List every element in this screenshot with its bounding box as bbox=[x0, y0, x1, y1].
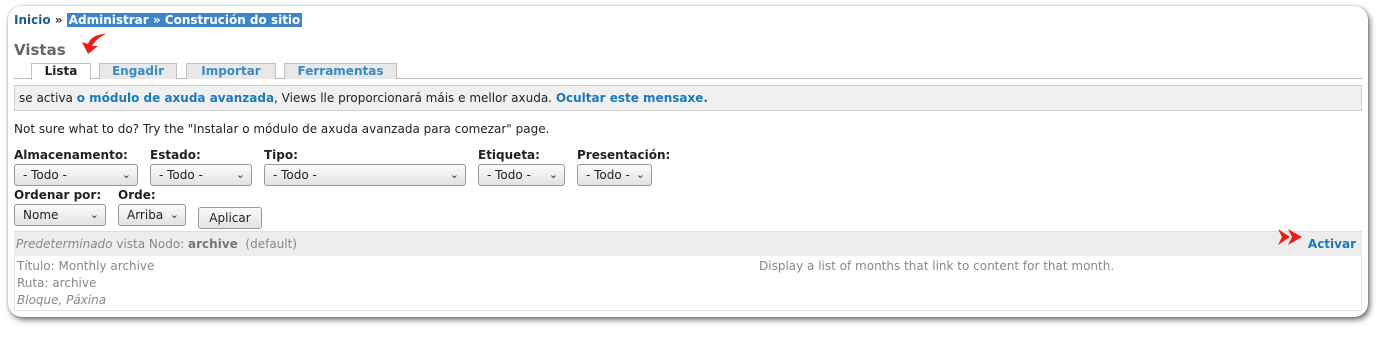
view-tag: (default) bbox=[245, 237, 298, 251]
sort-by-label: Ordenar por: bbox=[14, 188, 102, 202]
storage-label: Almacenamento: bbox=[14, 148, 128, 162]
curved-arrow-icon bbox=[82, 34, 106, 54]
status-label: Estado: bbox=[150, 148, 201, 162]
view-path-line: Ruta: archive bbox=[17, 276, 97, 290]
enable-view-link[interactable]: Activar bbox=[1308, 232, 1356, 256]
breadcrumb-separator: » bbox=[54, 13, 63, 27]
status-select[interactable]: - Todo - ⌄ bbox=[150, 164, 252, 186]
hide-message-link[interactable]: Ocultar este mensaxe. bbox=[556, 91, 708, 105]
help-text: Not sure what to do? Try the "Instalar o… bbox=[14, 122, 550, 136]
storage-select[interactable]: - Todo - ⌄ bbox=[14, 164, 138, 186]
help-notice: se activa o módulo de axuda avanzada, Vi… bbox=[14, 85, 1362, 111]
tab-ferramentas[interactable]: Ferramentas bbox=[284, 63, 397, 79]
view-title-line: Título: Monthly archive bbox=[17, 259, 155, 273]
display-label: Presentación: bbox=[577, 148, 671, 162]
view-name: archive bbox=[188, 237, 238, 251]
breadcrumb-home-link[interactable]: Inicio bbox=[14, 13, 51, 27]
chevron-down-icon: ⌄ bbox=[635, 168, 645, 181]
tag-select[interactable]: - Todo - ⌄ bbox=[478, 164, 565, 186]
breadcrumb-selected-text[interactable]: Administrar » Construción do sitio bbox=[66, 13, 303, 27]
page-card: Inicio » Administrar » Construción do si… bbox=[8, 6, 1368, 317]
advanced-help-link[interactable]: o módulo de axuda avanzada bbox=[77, 91, 274, 105]
sort-by-select-value: Nome bbox=[23, 208, 59, 222]
view-row-details: Título: Monthly archive Ruta: archive Bl… bbox=[14, 256, 1362, 311]
chevron-down-icon: ⌄ bbox=[235, 168, 245, 181]
chevron-down-icon: ⌄ bbox=[121, 168, 131, 181]
tag-label: Etiqueta: bbox=[478, 148, 540, 162]
tab-importar[interactable]: Importar bbox=[186, 63, 276, 79]
storage-select-value: - Todo - bbox=[23, 168, 67, 182]
view-storage-type: Predeterminado bbox=[16, 237, 113, 251]
tab-engadir[interactable]: Engadir bbox=[99, 63, 177, 79]
notice-prefix: se activa bbox=[19, 91, 77, 105]
tab-lista[interactable]: Lista bbox=[31, 63, 91, 80]
type-select[interactable]: - Todo - ⌄ bbox=[264, 164, 466, 186]
display-select-value: - Todo - bbox=[586, 168, 630, 182]
status-select-value: - Todo - bbox=[159, 168, 203, 182]
order-select[interactable]: Arriba ⌄ bbox=[118, 204, 186, 226]
tag-select-value: - Todo - bbox=[487, 168, 531, 182]
page-title: Vistas bbox=[14, 41, 66, 59]
chevron-down-icon: ⌄ bbox=[169, 208, 179, 221]
chevron-down-icon: ⌄ bbox=[449, 168, 459, 181]
breadcrumb: Inicio » Administrar » Construción do si… bbox=[14, 13, 303, 27]
view-header-middle: vista Nodo: bbox=[112, 237, 189, 251]
view-row-header: Predeterminado vista Nodo: archive (defa… bbox=[14, 231, 1362, 256]
chevron-down-icon: ⌄ bbox=[548, 168, 558, 181]
view-displays-line: Bloque, Páxina bbox=[17, 293, 107, 307]
notice-middle: , Views lle proporcionará máis e mellor … bbox=[274, 91, 556, 105]
display-select[interactable]: - Todo - ⌄ bbox=[577, 164, 652, 186]
view-description: Display a list of months that link to co… bbox=[759, 259, 1115, 273]
type-select-value: - Todo - bbox=[273, 168, 317, 182]
order-label: Orde: bbox=[118, 188, 156, 202]
double-arrow-icon bbox=[1278, 229, 1302, 245]
apply-button[interactable]: Aplicar bbox=[198, 207, 262, 229]
order-select-value: Arriba bbox=[127, 208, 164, 222]
type-label: Tipo: bbox=[264, 148, 298, 162]
chevron-down-icon: ⌄ bbox=[89, 208, 99, 221]
sort-by-select[interactable]: Nome ⌄ bbox=[14, 204, 106, 226]
